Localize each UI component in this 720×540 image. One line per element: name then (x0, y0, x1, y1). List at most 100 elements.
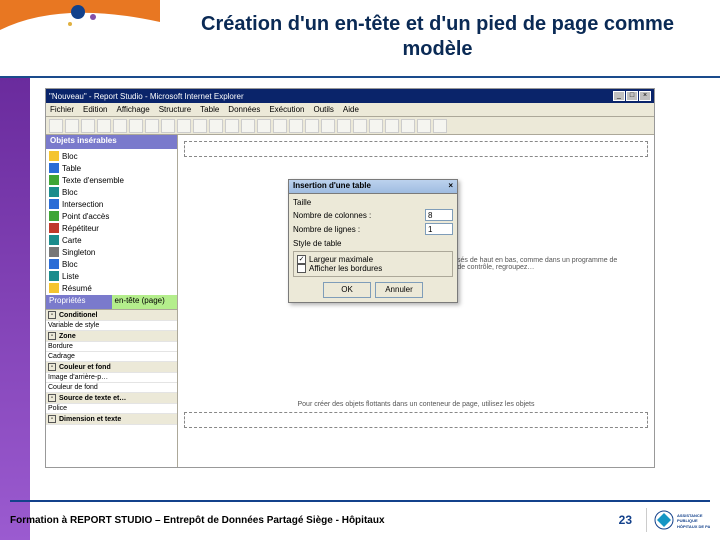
toolbar-button[interactable] (305, 119, 319, 133)
toolbar-button[interactable] (321, 119, 335, 133)
toolbar (46, 117, 654, 135)
block-icon (49, 151, 59, 161)
singleton-icon (49, 247, 59, 257)
hotspot-icon (49, 211, 59, 221)
toolbar-button[interactable] (177, 119, 191, 133)
toolbar-button[interactable] (129, 119, 143, 133)
checkbox[interactable] (297, 264, 306, 273)
property-row: Bordure (46, 342, 177, 352)
page-header-drop-zone[interactable] (184, 141, 648, 157)
collapse-icon[interactable]: - (48, 363, 56, 371)
list-item[interactable]: Répétiteur (47, 222, 176, 234)
toolbar-button[interactable] (257, 119, 271, 133)
properties-tab[interactable]: Propriétés (46, 295, 112, 309)
style-label: Style de table (293, 239, 453, 248)
properties-tabs: Propriétés en-tête (page) (46, 295, 177, 309)
toolbar-button[interactable] (209, 119, 223, 133)
columns-input[interactable] (425, 209, 453, 221)
insertable-objects-header: Objets insérables (46, 135, 177, 149)
svg-text:PUBLIQUE: PUBLIQUE (677, 518, 698, 523)
page-number: 23 (619, 513, 632, 527)
list-item[interactable]: Résumé (47, 282, 176, 294)
property-group: -Source de texte et… (46, 393, 177, 404)
menu-fichier[interactable]: Fichier (50, 105, 74, 114)
list-item[interactable]: Table (47, 162, 176, 174)
toolbar-button[interactable] (273, 119, 287, 133)
toolbar-button[interactable] (241, 119, 255, 133)
menu-bar: Fichier Edition Affichage Structure Tabl… (46, 103, 654, 117)
toolbar-button[interactable] (113, 119, 127, 133)
menu-structure[interactable]: Structure (159, 105, 191, 114)
collapse-icon[interactable]: - (48, 332, 56, 340)
slide-title: Création d'un en-tête et d'un pied de pa… (175, 12, 700, 62)
orange-arc-decoration (0, 0, 160, 50)
toolbar-button[interactable] (337, 119, 351, 133)
size-label: Taille (293, 198, 453, 207)
toolbar-button[interactable] (353, 119, 367, 133)
minimize-button[interactable]: _ (613, 91, 625, 101)
menu-affichage[interactable]: Affichage (116, 105, 149, 114)
cancel-button[interactable]: Annuler (375, 282, 423, 298)
list-item[interactable]: Bloc (47, 186, 176, 198)
footer-text: Formation à REPORT STUDIO – Entrepôt de … (10, 515, 605, 526)
workspace: Objets insérables Bloc Table Texte d'ens… (46, 135, 654, 467)
maximize-button[interactable]: □ (626, 91, 638, 101)
canvas-footer-hint: Pour créer des objets flottants dans un … (184, 401, 648, 408)
purple-side-bar (0, 78, 30, 540)
toolbar-button[interactable] (433, 119, 447, 133)
toolbar-button[interactable] (385, 119, 399, 133)
toolbar-button[interactable] (49, 119, 63, 133)
block-icon (49, 187, 59, 197)
page-footer-drop-zone[interactable] (184, 412, 648, 428)
close-button[interactable]: × (639, 91, 651, 101)
property-row: Couleur de fond (46, 383, 177, 393)
toolbar-button[interactable] (401, 119, 415, 133)
window-titlebar: "Nouveau" - Report Studio - Microsoft In… (46, 89, 654, 103)
list-item[interactable]: Texte d'ensemble (47, 174, 176, 186)
checkbox[interactable]: ✓ (297, 255, 306, 264)
report-canvas: Insertion d'une table × Taille Nombre de… (178, 135, 654, 467)
toolbar-button[interactable] (225, 119, 239, 133)
property-group: -Dimension et texte (46, 414, 177, 425)
toolbar-button[interactable] (81, 119, 95, 133)
property-group: -Zone (46, 331, 177, 342)
list-item[interactable]: Intersection (47, 198, 176, 210)
collapse-icon[interactable]: - (48, 415, 56, 423)
list-item[interactable]: Bloc (47, 258, 176, 270)
list-item[interactable]: Liste (47, 270, 176, 282)
collapse-icon[interactable]: - (48, 311, 56, 319)
toolbar-button[interactable] (369, 119, 383, 133)
toolbar-button[interactable] (145, 119, 159, 133)
toolbar-button[interactable] (193, 119, 207, 133)
list-item[interactable]: Carte (47, 234, 176, 246)
insert-table-dialog: Insertion d'une table × Taille Nombre de… (288, 179, 458, 303)
property-row: Variable de style (46, 321, 177, 331)
menu-execution[interactable]: Exécution (269, 105, 304, 114)
properties-tab-selected[interactable]: en-tête (page) (112, 295, 178, 309)
collapse-icon[interactable]: - (48, 394, 56, 402)
list-item[interactable]: Singleton (47, 246, 176, 258)
dialog-body: Taille Nombre de colonnes : Nombre de li… (289, 194, 457, 302)
toolbar-button[interactable] (65, 119, 79, 133)
toolbar-button[interactable] (161, 119, 175, 133)
toolbar-button[interactable] (417, 119, 431, 133)
rows-input[interactable] (425, 223, 453, 235)
ok-button[interactable]: OK (323, 282, 371, 298)
slide-footer: Formation à REPORT STUDIO – Entrepôt de … (10, 500, 710, 532)
list-item[interactable]: Point d'accès (47, 210, 176, 222)
toolbar-button[interactable] (97, 119, 111, 133)
menu-aide[interactable]: Aide (343, 105, 359, 114)
toolbar-button[interactable] (289, 119, 303, 133)
left-column: Objets insérables Bloc Table Texte d'ens… (46, 135, 178, 467)
properties-grid: -Conditionel Variable de style -Zone Bor… (46, 309, 177, 449)
repeater-icon (49, 223, 59, 233)
menu-outils[interactable]: Outils (313, 105, 333, 114)
dialog-title: Insertion d'une table (293, 181, 371, 192)
list-item[interactable]: Bloc (47, 150, 176, 162)
slide-header: Création d'un en-tête et d'un pied de pa… (0, 0, 720, 78)
dialog-close-button[interactable]: × (448, 181, 453, 192)
menu-donnees[interactable]: Données (228, 105, 260, 114)
menu-edition[interactable]: Edition (83, 105, 107, 114)
property-group: -Conditionel (46, 310, 177, 321)
menu-table[interactable]: Table (200, 105, 219, 114)
